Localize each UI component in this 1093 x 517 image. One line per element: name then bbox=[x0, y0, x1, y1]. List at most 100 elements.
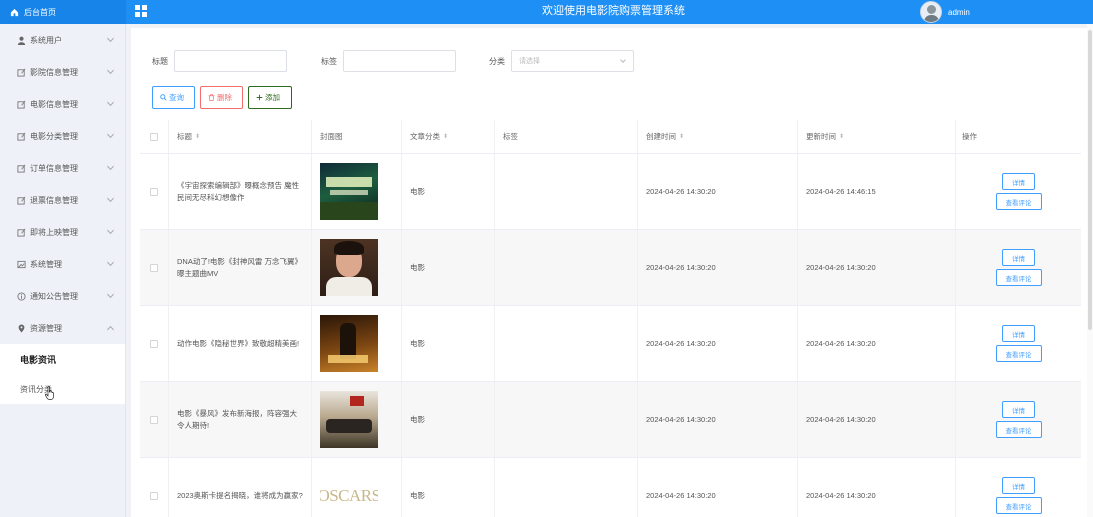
row-checkbox[interactable] bbox=[150, 187, 158, 196]
sidebar-item-news-category[interactable]: 资讯分类 bbox=[0, 374, 125, 404]
table-header: 标题 ⬍ 封面图 文章分类 ⬍ 标签 创建时间 ⬍ 更新时间 ⬍ 操作 bbox=[140, 120, 1081, 154]
sidebar-item-notices[interactable]: 通知公告管理 bbox=[0, 280, 125, 312]
sidebar-item-movie-category[interactable]: 电影分类管理 bbox=[0, 120, 125, 152]
sort-icon[interactable]: ⬍ bbox=[195, 131, 200, 143]
cover-image bbox=[320, 163, 378, 220]
scrollbar-thumb[interactable] bbox=[1088, 30, 1092, 330]
delete-label: 删除 bbox=[217, 93, 232, 102]
row-title: 2023奥斯卡提名揭晓，谁将成为赢家? bbox=[169, 458, 312, 517]
edit-icon bbox=[17, 196, 26, 205]
row-title: 电影《暴风》发布新海报，阵容强大令人期待! bbox=[169, 382, 312, 457]
tags-filter-label: 标签 bbox=[321, 56, 337, 66]
row-tags bbox=[495, 458, 638, 517]
category-placeholder: 请选择 bbox=[519, 58, 540, 65]
detail-button[interactable]: 详情 bbox=[1002, 249, 1035, 266]
user-icon bbox=[17, 36, 26, 45]
row-title: 动作电影《隐秘世界》致敬超精美画! bbox=[169, 306, 312, 381]
news-table: 标题 ⬍ 封面图 文章分类 ⬍ 标签 创建时间 ⬍ 更新时间 ⬍ 操作 《宇宙探索编辑部… bbox=[140, 120, 1081, 517]
cover-logo-text: OSCARS bbox=[320, 485, 378, 505]
sidebar-item-label: 订单信息管理 bbox=[30, 163, 78, 173]
cover-image: OSCARS bbox=[320, 467, 378, 517]
cover-image bbox=[320, 315, 378, 372]
row-category: 电影 bbox=[402, 458, 495, 517]
row-category: 电影 bbox=[402, 154, 495, 229]
sidebar: 系统用户 影院信息管理 电影信息管理 电影分类管理 订单信息管理 退票信息管理 … bbox=[0, 24, 126, 517]
location-icon bbox=[18, 324, 25, 333]
detail-button[interactable]: 详情 bbox=[1002, 401, 1035, 418]
category-filter-label: 分类 bbox=[489, 56, 505, 66]
row-updated: 2024-04-26 14:30:20 bbox=[798, 306, 956, 381]
row-checkbox[interactable] bbox=[150, 339, 158, 348]
column-header-title[interactable]: 标题 ⬍ bbox=[169, 120, 312, 153]
query-label: 查询 bbox=[169, 93, 184, 102]
row-created: 2024-04-26 14:30:20 bbox=[638, 382, 798, 457]
view-reviews-button[interactable]: 查看评论 bbox=[995, 421, 1042, 438]
title-filter-label: 标题 bbox=[152, 56, 168, 66]
row-tags bbox=[495, 306, 638, 381]
detail-button[interactable]: 详情 bbox=[1002, 325, 1035, 342]
table-row: 《宇宙探索编辑部》曝概念预告 魔性民间无尽科幻想像作 电影 2024-04-26… bbox=[140, 154, 1081, 230]
row-category: 电影 bbox=[402, 306, 495, 381]
detail-button[interactable]: 详情 bbox=[1002, 477, 1035, 494]
row-title: 《宇宙探索编辑部》曝概念预告 魔性民间无尽科幻想像作 bbox=[169, 154, 312, 229]
search-icon bbox=[160, 94, 167, 101]
sidebar-item-orders[interactable]: 订单信息管理 bbox=[0, 152, 125, 184]
column-header-created[interactable]: 创建时间 ⬍ bbox=[638, 120, 798, 153]
sidebar-item-label: 资源管理 bbox=[30, 323, 62, 333]
row-tags bbox=[495, 154, 638, 229]
view-reviews-button[interactable]: 查看评论 bbox=[995, 269, 1042, 286]
delete-button[interactable]: 删除 bbox=[200, 86, 243, 109]
tags-input[interactable] bbox=[343, 50, 456, 72]
sort-icon[interactable]: ⬍ bbox=[679, 133, 684, 140]
row-checkbox[interactable] bbox=[150, 415, 158, 424]
column-header-category[interactable]: 文章分类 ⬍ bbox=[402, 120, 495, 153]
sidebar-item-label: 影院信息管理 bbox=[30, 67, 78, 77]
detail-button[interactable]: 详情 bbox=[1002, 173, 1035, 190]
row-checkbox[interactable] bbox=[150, 263, 158, 272]
select-all-checkbox[interactable] bbox=[150, 132, 158, 141]
sort-icon[interactable]: ⬍ bbox=[839, 133, 844, 140]
top-bar: 后台首页 欢迎使用电影院购票管理系统 admin bbox=[0, 0, 1093, 24]
sidebar-item-upcoming[interactable]: 即将上映管理 bbox=[0, 216, 125, 248]
cover-image bbox=[320, 239, 378, 296]
row-category: 电影 bbox=[402, 382, 495, 457]
row-tags bbox=[495, 382, 638, 457]
add-button[interactable]: 添加 bbox=[248, 86, 292, 109]
sidebar-item-users[interactable]: 系统用户 bbox=[0, 24, 125, 56]
info-icon bbox=[17, 291, 26, 301]
edit-icon bbox=[17, 164, 26, 173]
sidebar-submenu: 电影资讯 资讯分类 bbox=[0, 344, 125, 404]
row-created: 2024-04-26 14:30:20 bbox=[638, 230, 798, 305]
view-reviews-button[interactable]: 查看评论 bbox=[995, 345, 1042, 362]
view-reviews-button[interactable]: 查看评论 bbox=[995, 497, 1042, 514]
search-bar: 标题 标签 分类 请选择 bbox=[152, 50, 634, 72]
main-panel: 标题 标签 分类 请选择 查询 删除 添加 标题⬍ 封面图 文章分类⬍ 标签 bbox=[131, 28, 1087, 517]
row-created: 2024-04-26 14:30:20 bbox=[638, 154, 798, 229]
sidebar-item-resources[interactable]: 资源管理 bbox=[0, 312, 125, 344]
add-label: 添加 bbox=[265, 93, 280, 102]
sort-icon[interactable]: ⬍ bbox=[443, 133, 448, 140]
row-category: 电影 bbox=[402, 230, 495, 305]
title-input[interactable] bbox=[174, 50, 287, 72]
sidebar-item-label: 系统用户 bbox=[30, 35, 62, 45]
sidebar-item-cinema[interactable]: 影院信息管理 bbox=[0, 56, 125, 88]
column-header-updated[interactable]: 更新时间 ⬍ bbox=[798, 120, 956, 153]
row-title: DNA动了!电影《封神风雷 万念飞翼》曝主题曲MV bbox=[169, 230, 312, 305]
row-checkbox[interactable] bbox=[150, 491, 158, 500]
view-reviews-button[interactable]: 查看评论 bbox=[995, 193, 1042, 210]
category-select[interactable]: 请选择 bbox=[511, 50, 634, 72]
sidebar-item-system[interactable]: 系统管理 bbox=[0, 248, 125, 280]
sidebar-item-movie-news[interactable]: 电影资讯 bbox=[0, 344, 125, 374]
avatar[interactable] bbox=[920, 1, 942, 23]
column-header-ops: 操作 bbox=[962, 132, 977, 141]
sidebar-item-refunds[interactable]: 退票信息管理 bbox=[0, 184, 125, 216]
username: admin bbox=[948, 7, 970, 17]
row-tags bbox=[495, 230, 638, 305]
plus-icon bbox=[256, 94, 263, 101]
user-menu[interactable]: admin bbox=[920, 1, 970, 23]
sidebar-item-movie[interactable]: 电影信息管理 bbox=[0, 88, 125, 120]
edit-icon bbox=[17, 132, 26, 141]
trash-icon bbox=[208, 94, 215, 101]
query-button[interactable]: 查询 bbox=[152, 86, 195, 109]
sidebar-item-label: 即将上映管理 bbox=[30, 227, 78, 237]
